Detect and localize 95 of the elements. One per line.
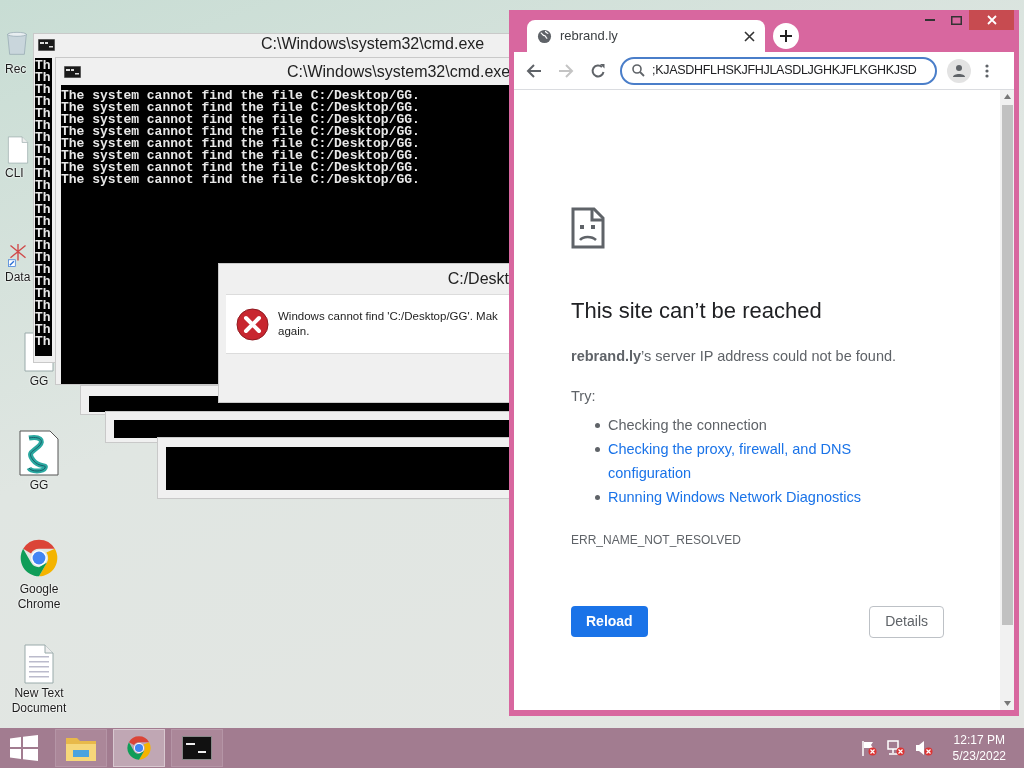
console-line: Th <box>35 216 52 228</box>
console-line: The system cannot find the file C:/Desktop/GG. <box>61 174 421 186</box>
reload-icon[interactable] <box>590 62 606 79</box>
dialog-title: C:/Deskt <box>447 269 509 289</box>
flag-alert-icon[interactable] <box>860 740 877 756</box>
console-line: Th <box>35 276 52 288</box>
desktop-icon-label[interactable]: Data <box>5 270 31 285</box>
windows-logo-icon[interactable] <box>10 735 38 761</box>
console-line: Th <box>35 336 52 348</box>
scrollbar[interactable] <box>1000 90 1014 710</box>
window-title: C:\Windows\system32\cmd.exe <box>261 34 485 54</box>
search-icon <box>632 64 645 77</box>
clock-time: 12:17 PM <box>953 732 1005 748</box>
console-line: The system cannot find the file C:/Desktop/GG. <box>61 162 421 174</box>
script-icon <box>19 430 59 476</box>
desktop-icon-label[interactable]: GG <box>29 478 49 493</box>
console-line: Th <box>35 204 52 216</box>
back-arrow-icon[interactable] <box>526 62 542 79</box>
details-button[interactable]: Details <box>869 605 944 638</box>
scroll-up-icon[interactable] <box>1003 94 1011 99</box>
desktop-icon-label[interactable]: New Text Document <box>0 686 78 716</box>
suggestion-link[interactable]: Running Windows Network Diagnostics <box>608 484 870 509</box>
console-icon <box>38 39 55 51</box>
try-label: Try: <box>571 386 597 406</box>
plus-icon <box>779 29 793 43</box>
console-line: Th <box>35 288 52 300</box>
desktop-icon-label[interactable]: Rec <box>5 62 27 77</box>
console-line: Th <box>35 120 52 132</box>
taskbar-app-button[interactable] <box>171 729 223 767</box>
error-message: rebrand.ly’s server IP address could not be found. <box>571 347 898 366</box>
clock-date: 5/23/2022 <box>952 748 1006 764</box>
bullet-icon <box>595 422 600 428</box>
console-line: Th <box>35 228 52 240</box>
scrollbar-thumb[interactable] <box>1001 105 1013 625</box>
new-tab-button[interactable] <box>773 23 799 49</box>
suggestion-link[interactable]: Checking the proxy, firewall, and DNS configuration <box>608 436 870 485</box>
console-line: The system cannot find the file C:/Desktop/GG. <box>61 150 421 162</box>
menu-icon[interactable] <box>985 63 989 78</box>
close-icon[interactable] <box>744 30 755 42</box>
network-diagram-icon <box>7 242 29 268</box>
console-line: Th <box>35 312 52 324</box>
console-line: Th <box>35 84 52 96</box>
console-line: Th <box>35 300 52 312</box>
console-icon <box>182 736 212 760</box>
browser-tab[interactable]: rebrand.ly <box>527 20 765 52</box>
maximize-icon <box>950 15 962 25</box>
console-line: Th <box>35 132 52 144</box>
profile-button[interactable] <box>947 58 971 83</box>
clock[interactable]: 12:17 PM 5/23/2022 <box>952 732 1006 764</box>
minimize-icon <box>925 18 935 22</box>
window-title: C:\Windows\system32\cmd.exe <box>287 61 511 82</box>
bullet-icon <box>595 446 600 452</box>
speaker-muted-icon[interactable] <box>914 740 933 756</box>
address-text: ;KJASDHFLHSKJFHJLASDLJGHKJFLKGHKJSD <box>652 62 917 80</box>
console-line: Th <box>35 252 52 264</box>
error-code: ERR_NAME_NOT_RESOLVED <box>571 531 742 549</box>
console-line: Th <box>35 156 52 168</box>
chrome-icon <box>125 734 153 762</box>
person-icon <box>952 63 966 78</box>
console-line: Th <box>35 60 52 72</box>
console-icon <box>64 65 81 78</box>
document-icon <box>23 644 55 684</box>
console-line: The system cannot find the file C:/Desktop/GG. <box>61 102 421 114</box>
dialog-message: Windows cannot find 'C:/Desktop/GG'. Mak again. <box>278 309 498 339</box>
network-alert-icon[interactable] <box>886 740 905 756</box>
console-line: Th <box>35 192 52 204</box>
reload-button[interactable]: Reload <box>571 605 648 637</box>
console-line: Th <box>35 180 52 192</box>
console-line: Th <box>35 108 52 120</box>
suggestion-text: Checking the connection <box>608 415 767 435</box>
console-line: Th <box>35 72 52 84</box>
desktop-icon-label[interactable]: Google Chrome <box>0 582 78 612</box>
console-line: Th <box>35 144 52 156</box>
bullet-icon <box>595 494 600 500</box>
desktop-icon-label[interactable]: CLI <box>5 166 24 181</box>
sad-page-icon <box>571 207 605 249</box>
error-heading: This site can’t be reached <box>571 297 823 325</box>
console-line: The system cannot find the file C:/Desktop/GG. <box>61 114 421 126</box>
console-line: Th <box>35 96 52 108</box>
console-line: Th <box>35 324 52 336</box>
document-icon <box>7 136 29 164</box>
address-bar[interactable]: ;KJASDHFLHSKJFHJLASDLJGHKJFLKGHKJSD <box>620 56 937 85</box>
console-line: Th <box>35 240 52 252</box>
globe-icon <box>537 28 552 44</box>
console-line: The system cannot find the file C:/Desktop/GG. <box>61 126 421 138</box>
tab-title: rebrand.ly <box>560 27 619 46</box>
scroll-down-icon[interactable] <box>1003 701 1011 706</box>
console-line: The system cannot find the file C:/Desktop/GG. <box>61 138 421 150</box>
desktop-icon-label[interactable]: GG <box>29 374 49 389</box>
console-line: Th <box>35 168 52 180</box>
close-icon <box>986 15 997 25</box>
console-line: Th <box>35 264 52 276</box>
error-icon <box>236 307 269 341</box>
close-button[interactable] <box>969 10 1014 30</box>
console-line: The system cannot find the file C:/Desktop/GG. <box>61 90 421 102</box>
